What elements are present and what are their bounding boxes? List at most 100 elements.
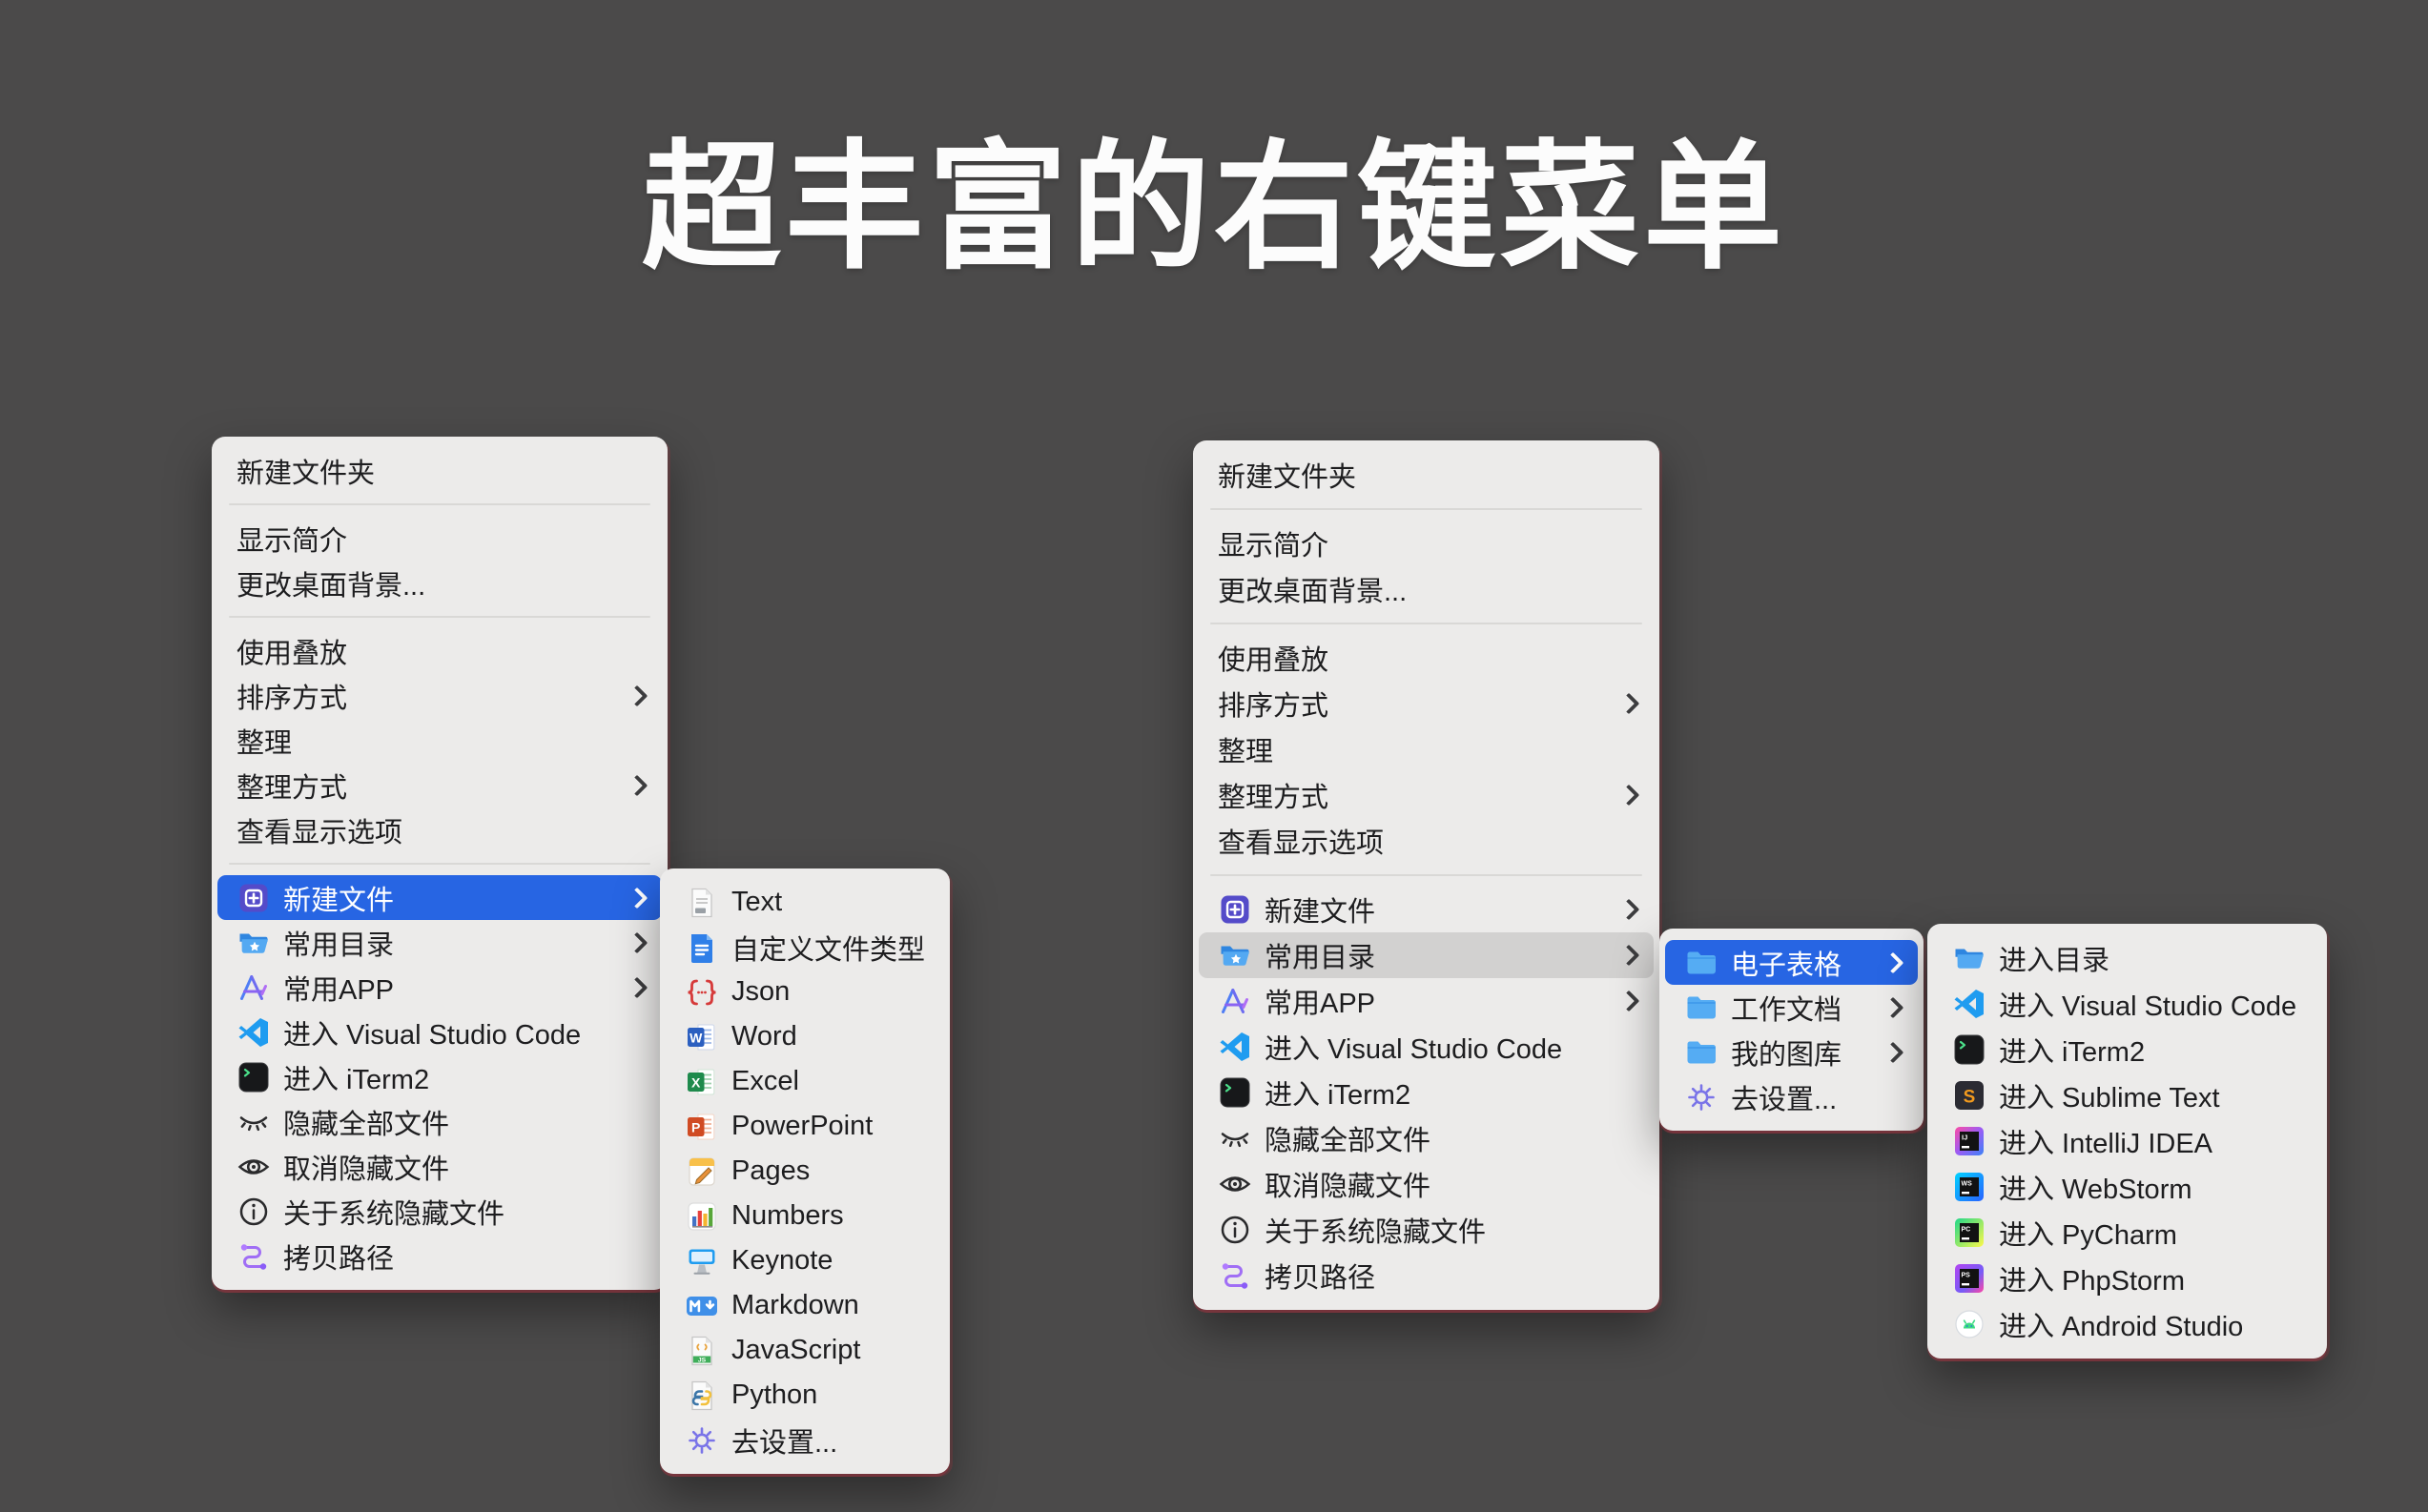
menu-item-open-iterm2[interactable]: 进入 iTerm2 — [1199, 1070, 1654, 1115]
menu-item-open-pycharm[interactable]: PC进入 PyCharm — [1933, 1210, 2321, 1256]
menu-item-copy-path[interactable]: 拷贝路径 — [1199, 1253, 1654, 1298]
menu-item-label: 进入 iTerm2 — [1265, 1073, 1636, 1113]
menu-item-label: 整理 — [1218, 729, 1636, 769]
menu-item-clean-up-by[interactable]: 整理方式 — [1199, 772, 1654, 818]
menu-item-open-vscode[interactable]: 进入 Visual Studio Code — [217, 1010, 662, 1054]
menu-item-label: 取消隐藏文件 — [283, 1147, 645, 1187]
menu-item-open-vscode[interactable]: 进入 Visual Studio Code — [1199, 1024, 1654, 1070]
menu-item-copy-path[interactable]: 拷贝路径 — [217, 1234, 662, 1278]
svg-text:WS: WS — [1962, 1181, 1973, 1188]
menu-item-about-hidden-files[interactable]: 关于系统隐藏文件 — [1199, 1207, 1654, 1253]
folder-icon — [1684, 1035, 1718, 1070]
menu-item-label: 关于系统隐藏文件 — [283, 1192, 645, 1232]
json-icon — [685, 975, 719, 1010]
menu-item-go-settings[interactable]: 去设置... — [1665, 1074, 1918, 1119]
menu-item-label: 关于系统隐藏文件 — [1265, 1210, 1636, 1250]
menu-item-python[interactable]: Python — [666, 1373, 944, 1418]
menu-item-new-folder[interactable]: 新建文件夹 — [1199, 452, 1654, 498]
menu-item-label: 进入 Sublime Text — [1999, 1075, 2304, 1115]
svg-text:PS: PS — [1962, 1273, 1971, 1279]
menu-item-unhide-files[interactable]: 取消隐藏文件 — [217, 1144, 662, 1189]
svg-text:P: P — [691, 1119, 700, 1134]
submenu-chevron-icon — [627, 976, 648, 998]
menu-item-new-folder[interactable]: 新建文件夹 — [217, 448, 662, 493]
folder-icon — [1684, 991, 1718, 1025]
menu-item-open-sublime-text[interactable]: S进入 Sublime Text — [1933, 1073, 2321, 1118]
menu-item-sort-by[interactable]: 排序方式 — [217, 673, 662, 718]
menu-item-clean-up-by[interactable]: 整理方式 — [217, 763, 662, 807]
menu-item-about-hidden-files[interactable]: 关于系统隐藏文件 — [217, 1189, 662, 1234]
menu-item-custom-file-type[interactable]: 自定义文件类型 — [666, 925, 944, 970]
menu-item-open-iterm2[interactable]: 进入 iTerm2 — [217, 1054, 662, 1099]
menu-item-use-stacks[interactable]: 使用叠放 — [1199, 635, 1654, 681]
menu-item-hide-all-files[interactable]: 隐藏全部文件 — [1199, 1115, 1654, 1161]
menu-item-open-iterm2[interactable]: 进入 iTerm2 — [1933, 1027, 2321, 1073]
menu-item-powerpoint[interactable]: PPowerPoint — [666, 1104, 944, 1149]
menu-item-show-info[interactable]: 显示简介 — [217, 516, 662, 561]
menu-item-label: 我的图库 — [1731, 1032, 1872, 1073]
vscode-icon — [1952, 987, 1986, 1021]
menu-item-label: 整理方式 — [237, 766, 616, 806]
menu-item-clean-up[interactable]: 整理 — [217, 718, 662, 763]
menu-item-spreadsheets[interactable]: 电子表格 — [1665, 940, 1918, 985]
submenu-new-file: Text自定义文件类型JsonWWordXExcelPPowerPoint Pag… — [660, 868, 950, 1474]
vscode-icon — [237, 1015, 271, 1050]
menu-item-label: 常用目录 — [1265, 935, 1608, 975]
menu-item-keynote[interactable]: Keynote — [666, 1238, 944, 1283]
menu-item-change-wallpaper[interactable]: 更改桌面背景... — [217, 561, 662, 605]
new-file-icon — [237, 881, 271, 915]
menu-item-label: 新建文件 — [283, 878, 616, 918]
menu-item-open-webstorm[interactable]: WS进入 WebStorm — [1933, 1164, 2321, 1210]
menu-item-label: 隐藏全部文件 — [283, 1102, 645, 1142]
menu-item-my-gallery[interactable]: 我的图库 — [1665, 1030, 1918, 1074]
menu-item-word[interactable]: WWord — [666, 1014, 944, 1059]
menu-item-label: Keynote — [731, 1245, 927, 1277]
menu-item-numbers[interactable]: Numbers — [666, 1194, 944, 1238]
menu-item-label: 电子表格 — [1731, 943, 1872, 983]
menu-item-show-view-options[interactable]: 查看显示选项 — [217, 807, 662, 852]
menu-item-favorite-folders[interactable]: 常用目录 — [217, 920, 662, 965]
menu-item-open-phpstorm[interactable]: PS进入 PhpStorm — [1933, 1256, 2321, 1301]
menu-item-favorite-folders[interactable]: 常用目录 — [1199, 932, 1654, 978]
menu-item-pages[interactable]: Pages — [666, 1149, 944, 1194]
menu-item-label: 使用叠放 — [237, 631, 645, 671]
menu-item-label: 常用APP — [283, 968, 616, 1008]
menu-item-open-intellij-idea[interactable]: IJ进入 IntelliJ IDEA — [1933, 1118, 2321, 1164]
menu-item-open-directory[interactable]: 进入目录 — [1933, 935, 2321, 981]
menu-item-json[interactable]: Json — [666, 970, 944, 1014]
pycharm-icon: PC — [1952, 1216, 1986, 1250]
menu-divider — [1210, 508, 1642, 510]
menu-item-text[interactable]: Text — [666, 880, 944, 925]
menu-item-open-android-studio[interactable]: 进入 Android Studio — [1933, 1301, 2321, 1347]
menu-item-clean-up[interactable]: 整理 — [1199, 726, 1654, 772]
menu-item-label: 新建文件夹 — [237, 451, 645, 491]
menu-item-open-vscode[interactable]: 进入 Visual Studio Code — [1933, 981, 2321, 1027]
info-icon — [1218, 1213, 1252, 1247]
menu-item-work-documents[interactable]: 工作文档 — [1665, 985, 1918, 1030]
vscode-icon — [1218, 1030, 1252, 1064]
menu-item-label: 查看显示选项 — [237, 810, 645, 850]
javascript-icon: JS — [685, 1334, 719, 1368]
menu-item-hide-all-files[interactable]: 隐藏全部文件 — [217, 1099, 662, 1144]
menu-item-javascript[interactable]: JSJavaScript — [666, 1328, 944, 1373]
menu-item-new-file[interactable]: 新建文件 — [217, 875, 662, 920]
eye-icon — [237, 1150, 271, 1184]
menu-item-markdown[interactable]: Markdown — [666, 1283, 944, 1328]
menu-item-go-settings[interactable]: 去设置... — [666, 1418, 944, 1462]
menu-item-favorite-apps[interactable]: 常用APP — [217, 965, 662, 1010]
menu-item-use-stacks[interactable]: 使用叠放 — [217, 628, 662, 673]
menu-item-unhide-files[interactable]: 取消隐藏文件 — [1199, 1161, 1654, 1207]
menu-item-excel[interactable]: XExcel — [666, 1059, 944, 1104]
menu-item-sort-by[interactable]: 排序方式 — [1199, 681, 1654, 726]
menu-item-show-view-options[interactable]: 查看显示选项 — [1199, 818, 1654, 864]
menu-item-favorite-apps[interactable]: 常用APP — [1199, 978, 1654, 1024]
menu-item-show-info[interactable]: 显示简介 — [1199, 521, 1654, 566]
eye-closed-icon — [1218, 1121, 1252, 1155]
menu-item-change-wallpaper[interactable]: 更改桌面背景... — [1199, 566, 1654, 612]
menu-item-label: 进入 iTerm2 — [283, 1057, 645, 1097]
intellij-icon: IJ — [1952, 1124, 1986, 1158]
new-file-icon — [1218, 892, 1252, 927]
menu-item-new-file[interactable]: 新建文件 — [1199, 887, 1654, 932]
menu-item-label: Pages — [731, 1155, 927, 1187]
menu-divider — [1210, 874, 1642, 876]
